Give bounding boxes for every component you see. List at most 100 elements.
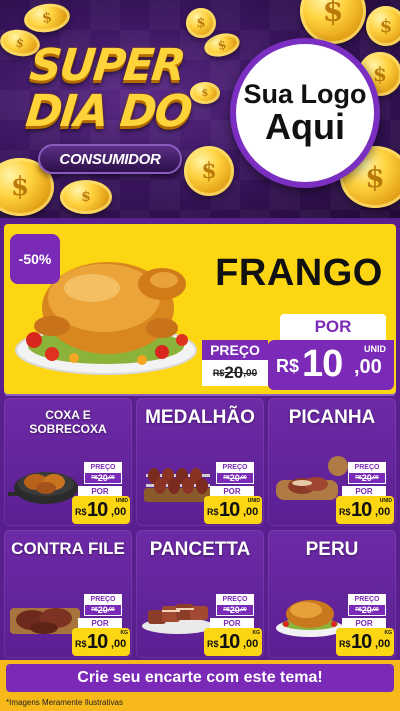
old-price-cents: ,00 [239,607,247,613]
por-label: POR [280,314,386,340]
featured-product-card[interactable]: -50% FRANGO POR PREÇO R$ 20 ,00 R$ 10 ,0… [4,224,396,394]
logo-placeholder[interactable]: Sua Logo Aqui [230,38,380,188]
por-label: POR [342,618,386,628]
new-price: R$ 10 ,00 KG [72,628,130,656]
logo-text-line2: Aqui [265,106,345,148]
old-price-value: 20 [229,605,240,615]
old-price-cents: ,00 [371,607,379,613]
product-name: COXA E SOBRECOXA [29,408,107,437]
price-currency: R$ [339,507,351,517]
old-price-value: 20 [224,363,244,382]
new-price: R$ 10 ,00 UNID [268,340,394,390]
old-price-cents: ,00 [239,475,247,481]
disclaimer-text: *Imagens Meramente Ilustrativas [6,698,123,707]
price-value: 10 [219,631,240,653]
old-price: R$ 20,00 [216,472,254,484]
price-value: 10 [87,499,108,521]
price-cents: ,00 [243,506,259,518]
price-currency: R$ [339,639,351,649]
price-unit: UNID [247,498,260,504]
cta-banner[interactable]: Crie seu encarte com este tema! [6,664,394,692]
old-price-value: 20 [361,605,372,615]
disclaimer-bar: *Imagens Meramente Ilustrativas [0,696,400,711]
price-value: 10 [351,631,372,653]
product-card-medalhao[interactable]: MEDALHÃO PREÇO R$ 20,00 POR R$ 10 ,00 UNI… [136,398,264,526]
new-price-cents: ,00 [354,356,382,378]
old-price-cents: ,00 [371,475,379,481]
price-value: 10 [351,499,372,521]
price-value: 10 [219,499,240,521]
old-price: R$ 20,00 [216,604,254,616]
price-unit: UNID [115,498,128,504]
old-price-cents: ,00 [107,607,115,613]
price-unit: KG [252,630,261,636]
old-price-value: 20 [361,473,372,483]
product-name: MEDALHÃO [145,407,255,428]
product-card-peru[interactable]: PERU PREÇO R$ 20,00 POR R$ 10 ,00 KG [268,530,396,658]
old-price-cents: ,00 [243,367,258,379]
por-label: POR [78,486,122,496]
preco-label: PREÇO [216,594,254,604]
preco-label: PREÇO [348,462,386,472]
old-price: R$ 20,00 [348,604,386,616]
price-currency: R$ [207,639,219,649]
price-currency: R$ [75,639,87,649]
logo-text-line1: Sua Logo [243,78,367,109]
title-line-super: SUPER [27,40,187,91]
price-cents: ,00 [375,506,391,518]
product-grid: COXA E SOBRECOXA PREÇO R$ 20,00 POR R$ 10… [0,396,400,660]
old-price-cents: ,00 [107,475,115,481]
product-name: CONTRA FILE [11,539,125,558]
footer-bar: Crie seu encarte com este tema! [0,660,400,696]
new-price: R$ 10 ,00 KG [204,628,262,656]
title-consumidor-badge: CONSUMIDOR [38,144,182,174]
title-line-dia-do: DIA DO [23,86,193,137]
price-value: 10 [87,631,108,653]
coin-icon: $ [186,8,216,38]
old-price: R$ 20,00 [348,472,386,484]
price-cents: ,00 [111,638,127,650]
new-price-unit: UNID [364,344,386,354]
header-banner: $ $ $ $ $ $ $ $ $ $ $ $ SUPER DIA DO CON… [0,0,400,218]
por-label: POR [342,486,386,496]
product-card-contra-file[interactable]: CONTRA FILE PREÇO R$ 20,00 POR R$ 10 ,00 … [4,530,132,658]
old-price-value: 20 [229,473,240,483]
new-price: R$ 10 ,00 UNID [204,496,262,524]
old-price: R$ 20,00 [84,604,122,616]
por-label: POR [78,618,122,628]
por-label: POR [210,618,254,628]
price-unit: UNID [379,498,392,504]
price-currency: R$ [75,507,87,517]
preco-label: PREÇO [348,594,386,604]
new-price: R$ 10 ,00 UNID [72,496,130,524]
preco-label: PREÇO [202,340,268,360]
price-cents: ,00 [243,638,259,650]
product-name: PERU [305,539,359,560]
super-dia-do-consumidor-title: SUPER DIA DO CONSUMIDOR [22,40,193,180]
new-price: R$ 10 ,00 KG [336,628,394,656]
featured-product-name: FRANGO [215,252,383,294]
discount-badge: -50% [10,234,60,284]
old-price-currency: R$ [212,368,225,378]
new-price-currency: R$ [276,356,300,376]
old-price-value: 20 [97,605,108,615]
coin-icon: $ [366,6,400,46]
product-name: PANCETTA [149,539,251,560]
old-price-value: 20 [97,473,108,483]
coin-icon: $ [190,82,220,104]
product-card-picanha[interactable]: PICANHA PREÇO R$ 20,00 POR R$ 10 ,00 UNID [268,398,396,526]
new-price: R$ 10 ,00 UNID [336,496,394,524]
preco-label: PREÇO [84,594,122,604]
preco-label: PREÇO [216,462,254,472]
price-cents: ,00 [111,506,127,518]
product-card-pancetta[interactable]: PANCETTA PREÇO R$ 20,00 POR R$ 10 ,00 KG [136,530,264,658]
product-name: PICANHA [288,407,376,428]
coin-icon: $ [60,180,112,214]
product-card-coxa-e-sobrecoxa[interactable]: COXA E SOBRECOXA PREÇO R$ 20,00 POR R$ 10… [4,398,132,526]
old-price: R$ 20 ,00 [202,360,268,386]
preco-label: PREÇO [84,462,122,472]
price-unit: KG [120,630,129,636]
price-unit: KG [384,630,393,636]
featured-section: -50% FRANGO POR PREÇO R$ 20 ,00 R$ 10 ,0… [0,218,400,396]
por-label: POR [210,486,254,496]
